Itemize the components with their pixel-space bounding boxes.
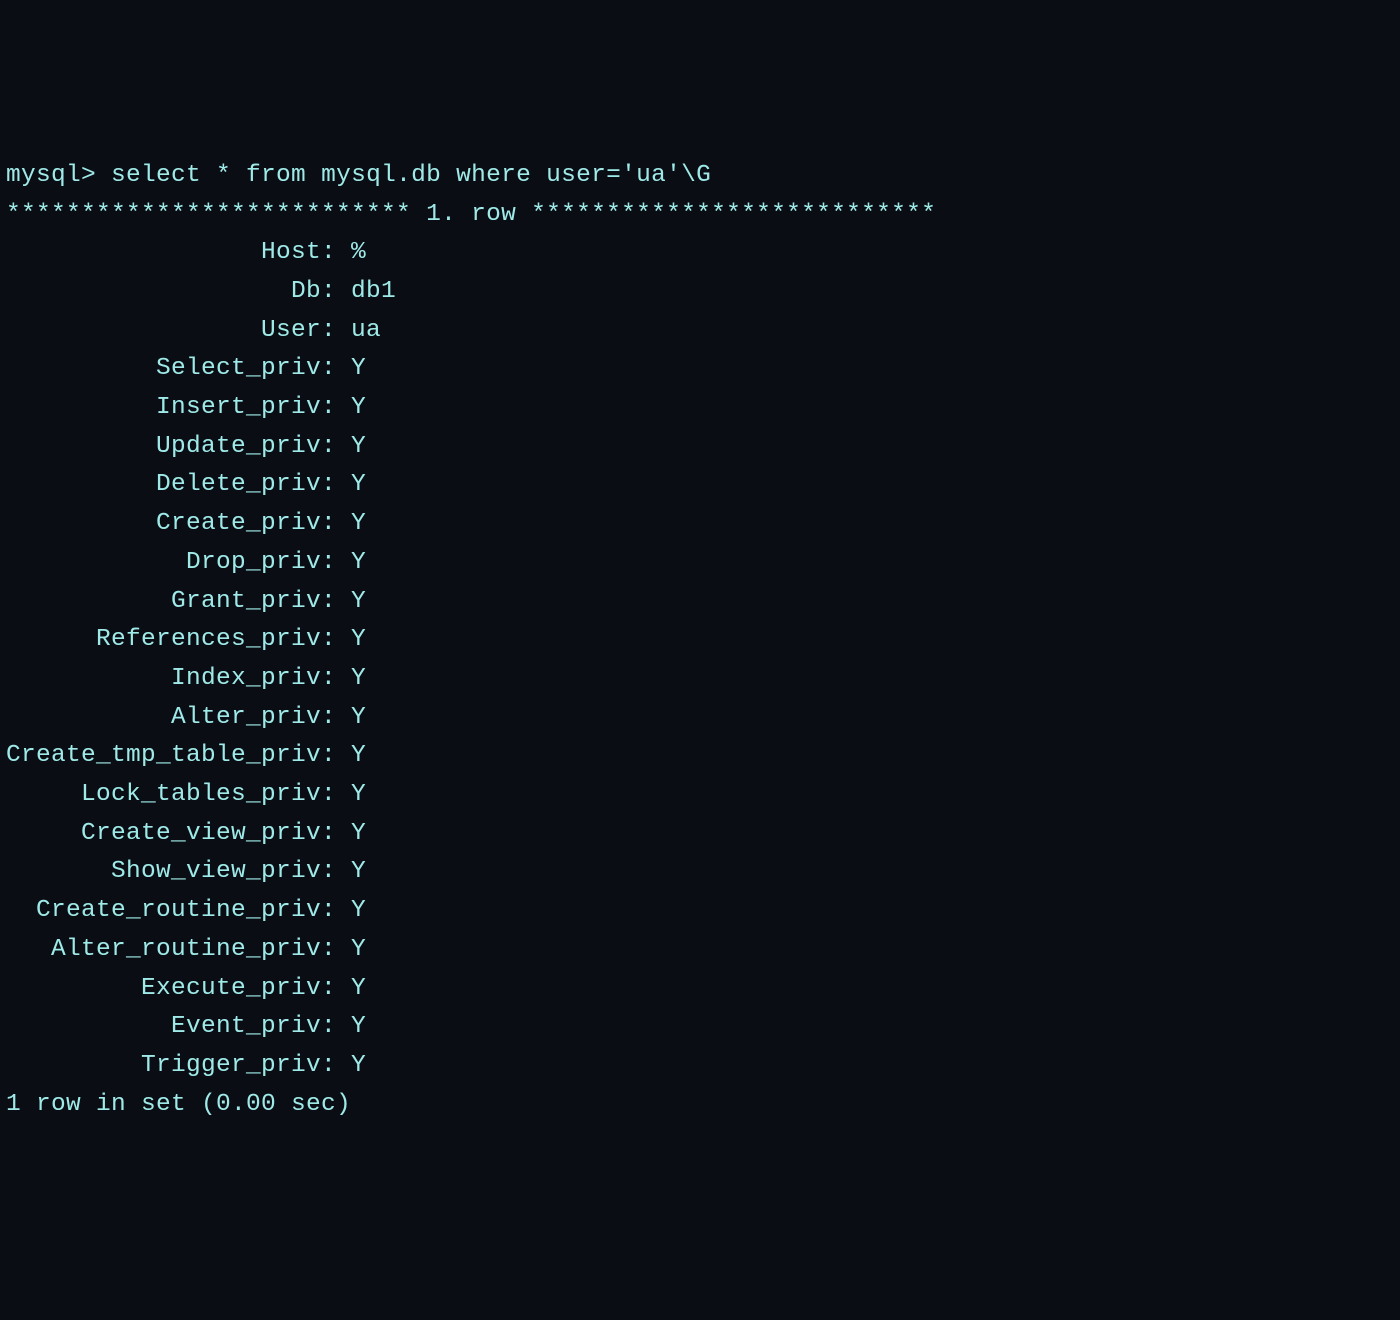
terminal-output: mysql> select * from mysql.db where user… bbox=[6, 157, 1394, 1125]
result-footer: 1 row in set (0.00 sec) bbox=[6, 1091, 351, 1118]
sql-command: select * from mysql.db where user='ua'\G bbox=[111, 162, 711, 189]
result-fields: Host: % Db: db1 User: ua Select_priv: Y … bbox=[6, 239, 396, 1079]
row-separator: *************************** 1. row *****… bbox=[6, 201, 936, 228]
mysql-prompt: mysql> bbox=[6, 162, 111, 189]
